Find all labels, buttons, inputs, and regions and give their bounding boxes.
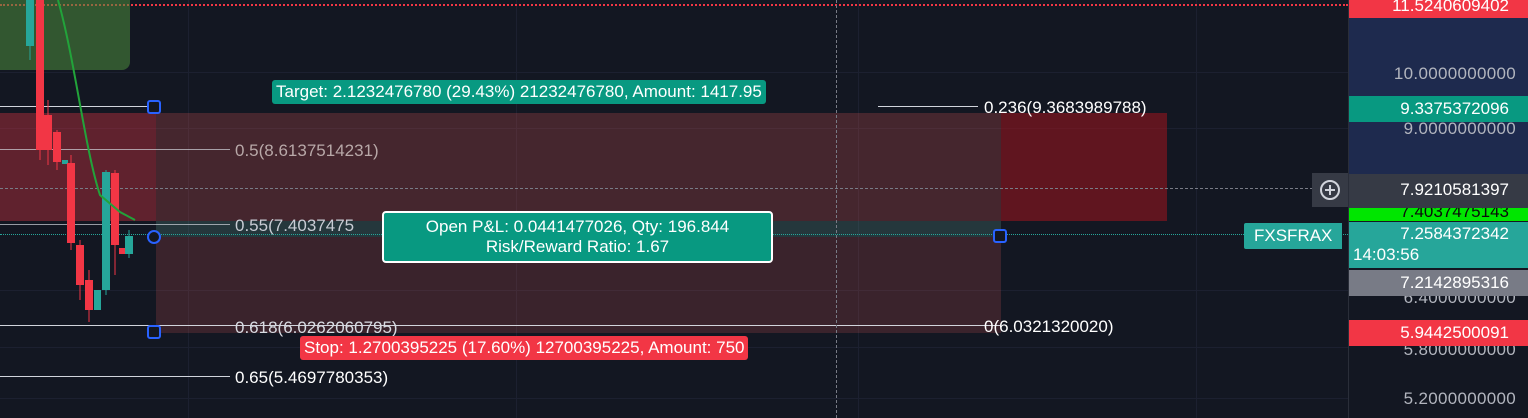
chart-pane[interactable]: 0.236(9.3683989788) 0.5(8.6137514231) 0.… <box>0 0 1348 418</box>
price-tick: 9.0000000000 <box>1403 119 1516 138</box>
risk-zone-right <box>1001 113 1167 221</box>
last-price: 7.2584372342 <box>1400 224 1509 243</box>
risk-zone <box>156 113 1001 221</box>
symbol-tag: FXSFRAX <box>1244 223 1343 249</box>
drag-handle[interactable] <box>147 325 161 339</box>
drag-handle[interactable] <box>147 100 161 114</box>
target-price-badge: 9.3375372096 <box>1349 96 1528 122</box>
last-price-badge: 7.2584372342 14:03:56 <box>1349 222 1528 268</box>
gray-price-badge: 7.2142895316 <box>1349 270 1528 296</box>
countdown: 14:03:56 <box>1353 245 1420 264</box>
drag-handle[interactable] <box>993 229 1007 243</box>
fib-line <box>878 106 978 107</box>
crosshair-add-button[interactable] <box>1312 173 1348 207</box>
risk-reward-text: Risk/Reward Ratio: 1.67 <box>485 237 670 256</box>
price-axis[interactable]: 11.5240609402 10.0000000000 9.0000000000… <box>1348 0 1528 418</box>
grid-line-h <box>0 72 1348 73</box>
chart-root: 0.236(9.3683989788) 0.5(8.6137514231) 0.… <box>0 0 1528 418</box>
fib-level-0618: 0.618(6.0262060795) <box>235 318 398 337</box>
crosshair-vertical <box>836 0 837 418</box>
plus-circle-icon-v <box>1329 185 1331 195</box>
fib-level-065: 0.65(5.4697780353) <box>235 368 389 387</box>
stop-price-badge: 5.9442500091 <box>1349 320 1528 346</box>
fib-level-0: 0(6.0321320020) <box>984 317 1114 336</box>
alert-price-badge: 11.5240609402 <box>1349 0 1528 18</box>
grid-line-v <box>1196 0 1197 418</box>
grid-line-h <box>0 398 1348 399</box>
fib-level-05: 0.5(8.6137514231) <box>235 141 379 160</box>
alert-line <box>0 4 1348 6</box>
stop-label[interactable]: Stop: 1.2700395225 (17.60%) 12700395225,… <box>300 336 749 360</box>
target-label[interactable]: Target: 2.1232476780 (29.43%) 2123247678… <box>272 80 766 104</box>
drag-handle[interactable] <box>147 230 161 244</box>
candles <box>26 0 136 322</box>
price-tick: 5.2000000000 <box>1403 389 1516 408</box>
crosshair-horizontal <box>0 188 1348 189</box>
price-tick: 10.0000000000 <box>1393 64 1516 83</box>
fib-level-0236: 0.236(9.3683989788) <box>984 98 1147 117</box>
fib-level-055: 0.55(7.4037475 <box>235 216 355 235</box>
pnl-box[interactable]: Open P&L: 0.0441477026, Qty: 196.844 Ris… <box>382 211 773 263</box>
pnl-text: Open P&L: 0.0441477026, Qty: 196.844 <box>425 217 730 236</box>
crosshair-price-badge: 7.9210581397 <box>1349 174 1528 208</box>
